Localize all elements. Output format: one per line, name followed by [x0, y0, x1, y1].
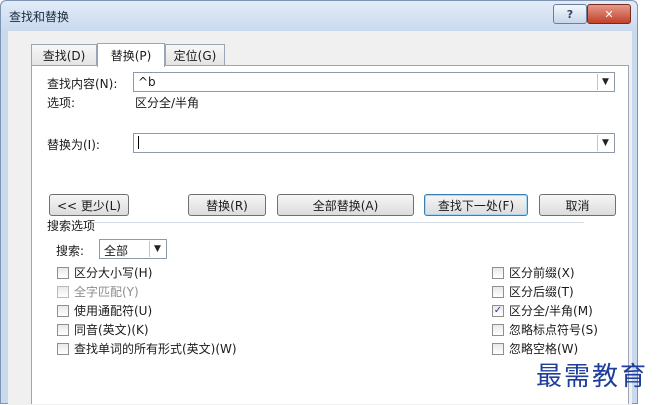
- search-direction-select[interactable]: 全部 ▼: [99, 239, 167, 259]
- sounds-like-option[interactable]: 同音(英文)(K): [57, 321, 149, 338]
- match-suffix-option[interactable]: 区分后缀(T): [492, 283, 574, 300]
- word-forms-checkbox[interactable]: [57, 342, 69, 355]
- find-next-button[interactable]: 查找下一处(F): [424, 194, 528, 216]
- match-prefix-option[interactable]: 区分前缀(X): [492, 264, 575, 281]
- whole-word-label: 全字匹配(Y): [74, 285, 139, 299]
- find-value: ^b: [138, 75, 156, 89]
- word-forms-option[interactable]: 查找单词的所有形式(英文)(W): [57, 340, 237, 357]
- close-icon: ✕: [604, 7, 614, 21]
- chevron-down-icon[interactable]: ▼: [597, 135, 613, 151]
- match-width-option[interactable]: ✓ 区分全/半角(M): [492, 302, 593, 319]
- tab-find[interactable]: 查找(D): [31, 44, 97, 66]
- chevron-down-icon[interactable]: ▼: [597, 74, 613, 90]
- checkmark-icon: ✓: [493, 304, 503, 316]
- replace-all-button[interactable]: 全部替换(A): [277, 194, 414, 216]
- search-direction-value: 全部: [104, 244, 129, 258]
- search-direction-label: 搜索:: [56, 244, 85, 258]
- whole-word-option: 全字匹配(Y): [57, 283, 139, 300]
- wildcards-option[interactable]: 使用通配符(U): [57, 302, 152, 319]
- whole-word-checkbox: [57, 285, 69, 298]
- cancel-button[interactable]: 取消: [539, 194, 616, 216]
- less-button[interactable]: << 更少(L): [49, 194, 129, 216]
- section-divider: [92, 222, 584, 223]
- chevron-down-icon[interactable]: ▼: [149, 241, 165, 257]
- replace-label: 替换为(I):: [47, 138, 100, 152]
- ignore-space-label: 忽略空格(W): [509, 342, 579, 356]
- window-title: 查找和替换: [9, 10, 70, 24]
- help-button[interactable]: ?: [553, 4, 587, 24]
- match-case-checkbox[interactable]: [57, 266, 69, 279]
- sounds-like-label: 同音(英文)(K): [74, 323, 149, 337]
- find-input[interactable]: ^b ▼: [133, 72, 615, 92]
- title-bar: 查找和替换 ? ✕: [1, 1, 637, 31]
- find-label: 查找内容(N):: [47, 77, 118, 91]
- match-prefix-label: 区分前缀(X): [509, 266, 575, 280]
- word-forms-label: 查找单词的所有形式(英文)(W): [74, 342, 237, 356]
- match-case-option[interactable]: 区分大小写(H): [57, 264, 152, 281]
- match-width-checkbox[interactable]: ✓: [492, 304, 504, 317]
- replace-input[interactable]: ▼: [133, 133, 615, 153]
- tab-replace[interactable]: 替换(P): [97, 43, 165, 67]
- watermark: 最需教育: [536, 362, 649, 392]
- ignore-space-checkbox[interactable]: [492, 342, 504, 355]
- match-case-label: 区分大小写(H): [74, 266, 153, 280]
- ignore-space-option[interactable]: 忽略空格(W): [492, 340, 578, 357]
- match-prefix-checkbox[interactable]: [492, 266, 504, 279]
- close-button[interactable]: ✕: [587, 4, 631, 24]
- sounds-like-checkbox[interactable]: [57, 323, 69, 336]
- help-icon: ?: [566, 7, 574, 21]
- match-width-label: 区分全/半角(M): [509, 304, 593, 318]
- ignore-punct-checkbox[interactable]: [492, 323, 504, 336]
- ignore-punct-option[interactable]: 忽略标点符号(S): [492, 321, 598, 338]
- text-caret: [138, 136, 139, 149]
- match-suffix-checkbox[interactable]: [492, 285, 504, 298]
- search-options-title: 搜索选项: [47, 219, 96, 233]
- replace-button[interactable]: 替换(R): [188, 194, 266, 216]
- tab-goto[interactable]: 定位(G): [165, 44, 225, 66]
- ignore-punct-label: 忽略标点符号(S): [509, 323, 598, 337]
- options-value: 区分全/半角: [135, 96, 200, 110]
- options-label: 选项:: [47, 96, 76, 110]
- match-suffix-label: 区分后缀(T): [509, 285, 574, 299]
- wildcards-checkbox[interactable]: [57, 304, 69, 317]
- wildcards-label: 使用通配符(U): [74, 304, 153, 318]
